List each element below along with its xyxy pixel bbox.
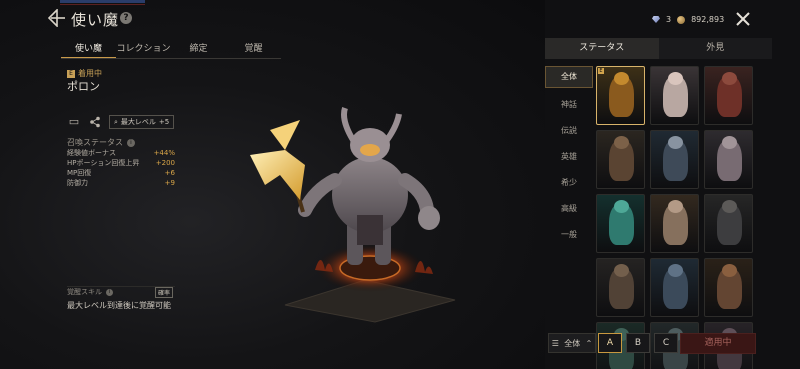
awakening-title: 覚醒スキル — [67, 288, 102, 296]
familiar-name: ポロン — [67, 80, 100, 93]
grade-advanced[interactable]: 高級 — [545, 196, 593, 222]
max-level-pill[interactable]: ⌕ 最大レベル +5 — [109, 115, 175, 129]
stat-row: MP回復 +6 — [67, 168, 175, 178]
stats-title: 召喚ステータス — [67, 138, 123, 147]
familiar-portrait-head — [614, 264, 629, 277]
utility-row: ▭ ⌕ 最大レベル +5 — [67, 115, 175, 129]
familiar-portrait-head — [668, 200, 683, 213]
familiar-portrait-head — [668, 264, 683, 277]
right-panel-tabs: ステータス 外見 — [545, 38, 772, 59]
familiar-card[interactable] — [596, 194, 645, 253]
awakening-tag[interactable]: 確率 — [155, 287, 174, 298]
currency-bar: 3 892,893 — [652, 15, 724, 24]
awakening-heading: 覚醒スキル i — [67, 287, 113, 297]
grade-common[interactable]: 一般 — [545, 222, 593, 248]
familiar-card[interactable] — [596, 130, 645, 189]
grade-legendary[interactable]: 伝説 — [545, 118, 593, 144]
familiar-portrait-head — [722, 264, 737, 277]
familiar-card[interactable] — [650, 130, 699, 189]
equipped-marker-icon: E — [598, 68, 604, 74]
preset-a-button[interactable]: A — [598, 333, 622, 353]
book-icon[interactable]: ▭ — [67, 116, 81, 128]
page-title: 使い魔 — [71, 11, 120, 29]
familiar-portrait-head — [668, 136, 683, 149]
tab-familiar[interactable]: 使い魔 — [61, 41, 116, 58]
familiar-portrait-head — [722, 200, 737, 213]
stat-value: +6 — [164, 169, 175, 177]
apply-button[interactable]: 適用中 — [680, 333, 756, 354]
stat-label: 経験値ボーナス — [67, 149, 116, 157]
max-level-label: 最大レベル — [120, 118, 156, 126]
info-icon[interactable]: i — [127, 138, 135, 147]
tab-contract[interactable]: 締定 — [171, 41, 226, 58]
stat-label: HPポーション回復上昇 — [67, 159, 140, 167]
familiar-card[interactable]: E — [596, 66, 645, 125]
stat-row: 防御力 +9 — [67, 178, 175, 188]
familiar-card[interactable] — [596, 258, 645, 317]
grade-heroic[interactable]: 英雄 — [545, 144, 593, 170]
tab-awakening[interactable]: 覚醒 — [226, 41, 281, 58]
familiar-portrait-head — [614, 200, 629, 213]
grade-mythic[interactable]: 神話 — [545, 92, 593, 118]
tab-status[interactable]: ステータス — [545, 38, 659, 59]
gold-coin-icon — [677, 15, 686, 24]
stat-label: MP回復 — [67, 169, 92, 177]
sort-filter-button[interactable]: ☰ 全体 ⌃ — [548, 333, 596, 353]
stat-value: +200 — [155, 159, 175, 167]
familiar-card[interactable] — [650, 66, 699, 125]
familiar-portrait-head — [614, 72, 629, 85]
grade-all[interactable]: 全体 — [545, 66, 593, 88]
familiar-card[interactable] — [704, 258, 753, 317]
stat-label: 防御力 — [67, 179, 88, 187]
familiar-card[interactable] — [704, 130, 753, 189]
familiar-grid: E — [596, 66, 756, 369]
familiar-card[interactable] — [650, 194, 699, 253]
stat-row: HPポーション回復上昇 +200 — [67, 158, 175, 168]
familiar-card[interactable] — [704, 194, 753, 253]
awakening-note: 最大レベル到達後に覚醒可能 — [67, 301, 171, 310]
sort-filter-label: 全体 — [564, 338, 581, 348]
stat-value: +9 — [164, 179, 175, 187]
stats-list: 経験値ボーナス +44% HPポーション回復上昇 +200 MP回復 +6 防御… — [67, 148, 175, 188]
preset-c-button[interactable]: C — [654, 333, 678, 353]
stat-row: 経験値ボーナス +44% — [67, 148, 175, 158]
stat-value: +44% — [153, 149, 175, 157]
grade-filter-list: 全体 神話 伝説 英雄 希少 高級 一般 — [545, 66, 593, 248]
familiar-card[interactable] — [650, 258, 699, 317]
familiar-portrait-head — [722, 136, 737, 149]
close-icon[interactable] — [735, 11, 751, 27]
top-health-strip — [60, 0, 145, 3]
chevron-up-icon: ⌃ — [585, 338, 593, 348]
tab-appearance[interactable]: 外見 — [658, 38, 772, 59]
top-strip-accent — [60, 4, 145, 5]
main-tabs: 使い魔 コレクション 締定 覚醒 — [61, 41, 281, 59]
max-level-value: +5 — [158, 118, 170, 126]
list-icon: ☰ — [551, 338, 559, 348]
familiar-portrait-head — [722, 72, 737, 85]
familiar-portrait-head — [668, 72, 683, 85]
preset-b-button[interactable]: B — [626, 333, 650, 353]
gold-count: 892,893 — [691, 15, 725, 24]
help-icon[interactable]: ? — [120, 12, 132, 24]
info-icon[interactable]: i — [106, 288, 113, 296]
gem-count: 3 — [666, 15, 672, 24]
share-icon[interactable] — [89, 116, 101, 128]
search-icon: ⌕ — [114, 117, 118, 126]
familiar-card[interactable] — [704, 66, 753, 125]
gem-icon — [652, 16, 660, 23]
stats-heading: 召喚ステータス i — [67, 137, 135, 148]
familiar-model-image — [250, 107, 456, 323]
grade-rare[interactable]: 希少 — [545, 170, 593, 196]
familiar-portrait-head — [614, 136, 629, 149]
tab-collection[interactable]: コレクション — [116, 41, 171, 58]
equipped-marker-icon: E — [67, 69, 75, 78]
back-arrow-icon[interactable] — [48, 9, 66, 27]
